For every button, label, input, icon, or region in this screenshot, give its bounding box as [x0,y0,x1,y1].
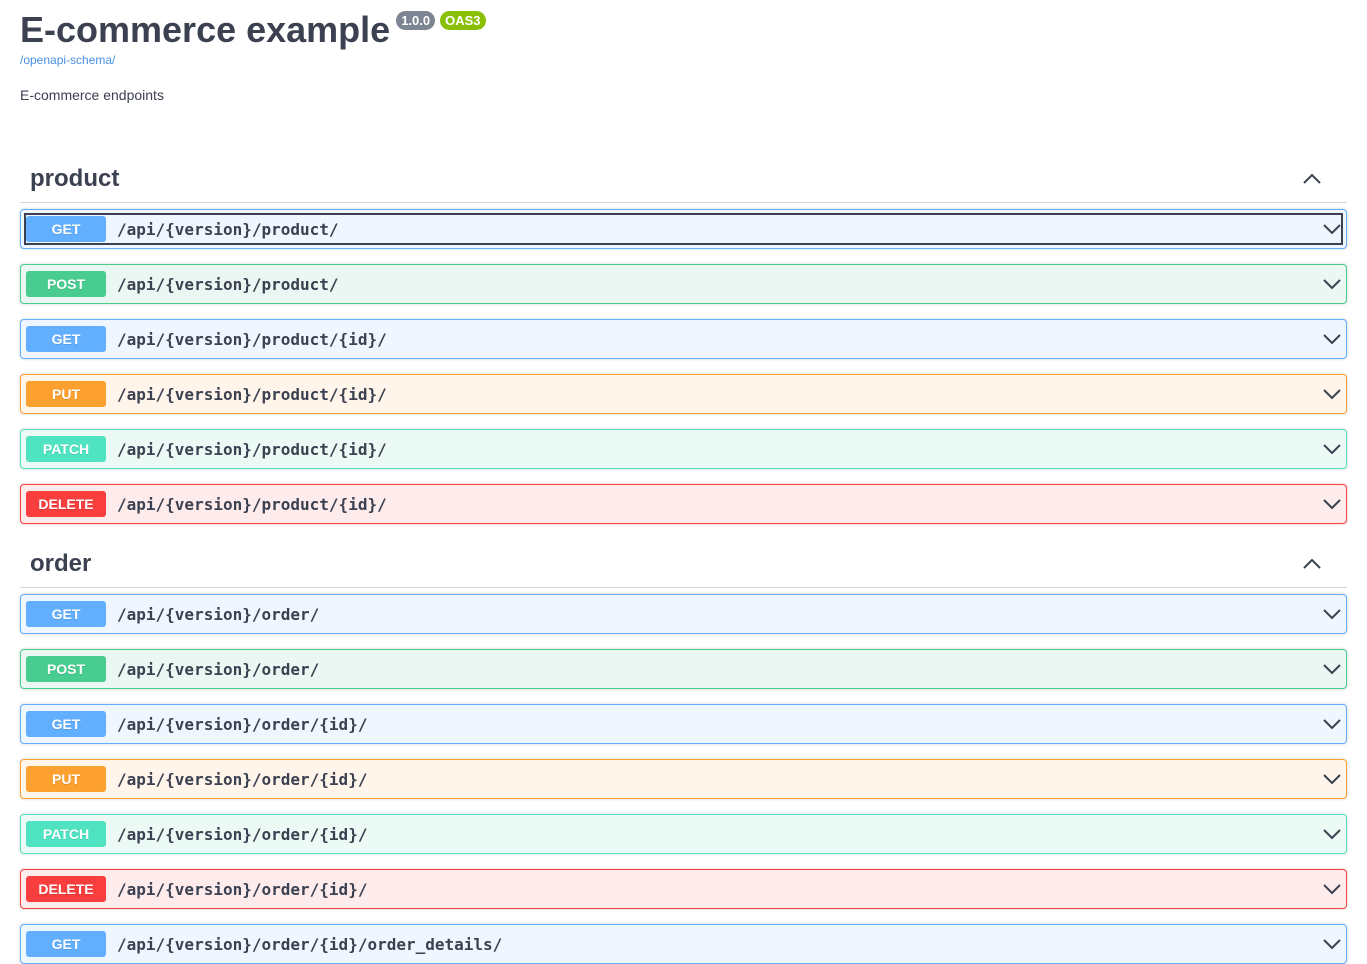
page-title: E-commerce example [20,9,391,50]
operation-get-product-list[interactable]: GET /api/{version}/product/ [20,209,1347,249]
method-badge: GET [26,601,106,627]
operation-get-product-detail[interactable]: GET /api/{version}/product/{id}/ [20,319,1347,359]
chevron-down-icon[interactable] [1322,659,1342,679]
chevron-down-icon[interactable] [1322,384,1342,404]
operation-path: /api/{version}/order/{id}/ [117,879,368,899]
chevron-down-icon[interactable] [1322,714,1342,734]
operation-get-order-details[interactable]: GET /api/{version}/order/{id}/order_deta… [20,924,1347,964]
operation-patch-product[interactable]: PATCH /api/{version}/product/{id}/ [20,429,1347,469]
version-badge: 1.0.0 [396,11,436,30]
operation-post-order[interactable]: POST /api/{version}/order/ [20,649,1347,689]
method-badge: PATCH [26,821,106,847]
method-badge: PUT [26,381,106,407]
api-info: E-commerce example 1.0.0 OAS3 /openapi-s… [20,8,1347,103]
method-badge: GET [26,711,106,737]
method-badge: GET [26,931,106,957]
tag-name: order [30,549,92,577]
chevron-down-icon[interactable] [1322,769,1342,789]
method-badge: DELETE [26,491,106,517]
operation-get-order-detail[interactable]: GET /api/{version}/order/{id}/ [20,704,1347,744]
operation-get-order-list[interactable]: GET /api/{version}/order/ [20,594,1347,634]
operation-patch-order[interactable]: PATCH /api/{version}/order/{id}/ [20,814,1347,854]
operation-path: /api/{version}/order/{id}/ [117,714,368,734]
chevron-up-icon[interactable] [1302,169,1322,189]
tag-name: product [30,164,120,192]
tag-header-order[interactable]: order [20,540,1347,588]
chevron-down-icon[interactable] [1322,934,1342,954]
operation-delete-order[interactable]: DELETE /api/{version}/order/{id}/ [20,869,1347,909]
method-badge: PATCH [26,436,106,462]
chevron-up-icon[interactable] [1302,554,1322,574]
method-badge: DELETE [26,876,106,902]
chevron-down-icon[interactable] [1322,439,1342,459]
schema-link[interactable]: /openapi-schema/ [20,53,1347,67]
method-badge: POST [26,656,106,682]
oas-badge: OAS3 [440,11,486,30]
chevron-down-icon[interactable] [1322,824,1342,844]
api-description: E-commerce endpoints [20,87,164,103]
method-badge: GET [26,326,106,352]
chevron-down-icon[interactable] [1322,274,1342,294]
operation-path: /api/{version}/order/ [117,659,320,679]
chevron-down-icon[interactable] [1322,604,1342,624]
chevron-down-icon[interactable] [1322,879,1342,899]
operation-path: /api/{version}/product/{id}/ [117,329,387,349]
tag-header-product[interactable]: product [20,155,1347,203]
operation-path: /api/{version}/product/ [117,219,339,239]
operation-delete-product[interactable]: DELETE /api/{version}/product/{id}/ [20,484,1347,524]
operation-path: /api/{version}/order/{id}/ [117,824,368,844]
operation-put-order[interactable]: PUT /api/{version}/order/{id}/ [20,759,1347,799]
operation-path: /api/{version}/product/{id}/ [117,439,387,459]
title-row: E-commerce example 1.0.0 OAS3 [20,8,1347,52]
chevron-down-icon[interactable] [1322,329,1342,349]
operation-path: /api/{version}/order/{id}/order_details/ [117,934,503,954]
operation-path: /api/{version}/order/{id}/ [117,769,368,789]
operation-path: /api/{version}/product/ [117,274,339,294]
method-badge: POST [26,271,106,297]
operation-path: /api/{version}/product/{id}/ [117,494,387,514]
operation-post-product[interactable]: POST /api/{version}/product/ [20,264,1347,304]
method-badge: GET [26,216,106,242]
chevron-down-icon[interactable] [1322,494,1342,514]
operation-put-product[interactable]: PUT /api/{version}/product/{id}/ [20,374,1347,414]
operation-path: /api/{version}/product/{id}/ [117,384,387,404]
operation-path: /api/{version}/order/ [117,604,320,624]
chevron-down-icon[interactable] [1322,219,1342,239]
method-badge: PUT [26,766,106,792]
